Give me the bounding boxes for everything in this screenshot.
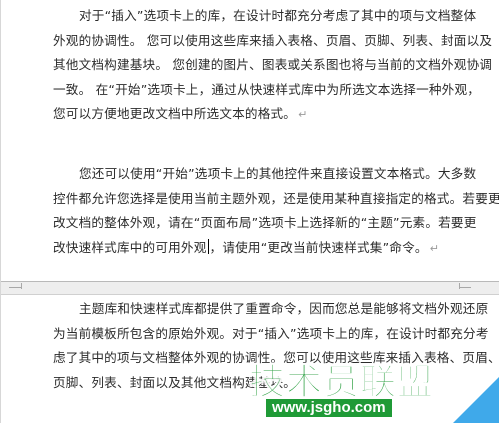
text-line: 外观的协调性。 您可以使用这些库来插入表格、页眉、页脚、列表、封面以及 [53, 32, 493, 48]
paragraph-mark-icon: ↵ [429, 241, 440, 255]
watermark-url: www.jsgho.com [266, 399, 392, 417]
text-line-content: ，请使用“更改当前快速样式集”命令。 [209, 239, 428, 255]
crop-mark [9, 287, 21, 288]
text-line: 改文档的整体外观，请在“页面布局”选项卡上选择新的“主题”元素。若要更 [53, 215, 477, 231]
paragraph-1[interactable]: 对于“插入”选项卡上的库，在设计时都充分考虑了其中的项与文档整体 外观的协调性。… [53, 4, 493, 127]
page-break [1, 281, 499, 295]
paragraph-mark-icon: ↵ [298, 108, 308, 122]
paragraph-2[interactable]: 您还可以使用“开始”选项卡上的其他控件来直接设置文本格式。大多数 控件都允许您选… [53, 162, 499, 261]
watermark-corner-icon [453, 377, 499, 423]
text-line-content: 改快速样式库中的可用外观 [53, 239, 207, 255]
text-line: 对于“插入”选项卡上的库，在设计时都充分考虑了其中的项与文档整体 [79, 8, 477, 23]
text-line: 一致。 在“开始”选项卡上，通过从快速样式库中为所选文本选择一种外观， [53, 81, 481, 97]
text-cursor [207, 238, 209, 254]
watermark-title: 技术员联盟 [248, 362, 435, 404]
text-line: 其他文档构建基块。 您创建的图片、图表或关系图也将与当前的文档外观协调 [53, 57, 493, 73]
document-page[interactable]: 对于“插入”选项卡上的库，在设计时都充分考虑了其中的项与文档整体 外观的协调性。… [0, 0, 499, 423]
text-line: 改快速样式库中的可用外观 ，请使用“更改当前快速样式集”命令。 ↵ [53, 236, 465, 261]
text-line: 控件都允许您选择是使用当前主题外观，还是使用某种直接指定的格式。若要更 [53, 190, 499, 206]
text-line: 主题库和快速样式库都提供了重置命令，因而您总是能够将文档外观还原 [79, 301, 489, 316]
crop-mark [459, 283, 460, 289]
text-line-content: 您可以方便地更改文档中所选文本的格式。 [53, 106, 297, 122]
text-line: 您可以方便地更改文档中所选文本的格式。 ↵ [53, 102, 465, 127]
text-line: 您还可以使用“开始”选项卡上的其他控件来直接设置文本格式。大多数 [79, 166, 477, 181]
crop-mark [459, 287, 471, 288]
crop-mark [21, 283, 22, 289]
text-line: 为当前模板所包含的原始外观。对于“插入”选项卡上的库，在设计时都充分考 [53, 325, 489, 341]
